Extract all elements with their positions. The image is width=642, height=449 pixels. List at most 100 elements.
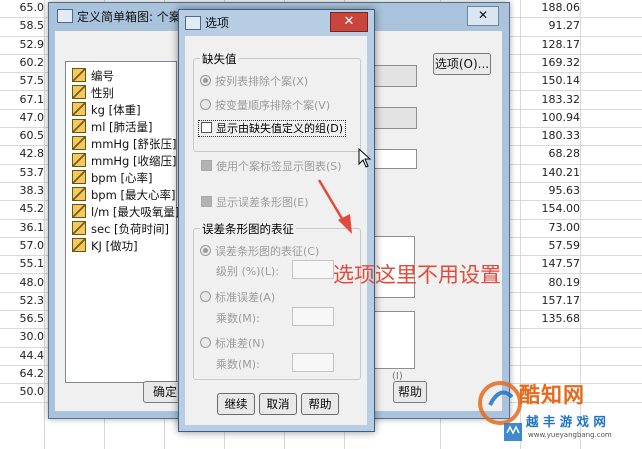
radio-confidence-interval[interactable]: 误差条形图的表征(C) (200, 243, 319, 259)
radio-label: 按列表排除个案(X) (215, 75, 309, 88)
radio-selected-icon (200, 75, 211, 86)
variable-label: bpm [心率] (91, 171, 153, 185)
table-cell[interactable]: 95.63 (528, 182, 581, 200)
ruler-scale-icon (72, 170, 86, 184)
checkbox-error-bars[interactable]: 显示误差条形图(E) (201, 194, 309, 210)
table-cell[interactable]: 80.19 (528, 274, 581, 292)
table-cell[interactable]: 140.21 (528, 164, 581, 182)
close-button[interactable]: ✕ (330, 12, 368, 32)
ruler-scale-icon (72, 187, 86, 201)
table-cell[interactable]: 57.5 (0, 72, 45, 90)
list-item[interactable]: mmHg [收缩压] (72, 153, 176, 170)
list-item[interactable]: KJ [做功] (72, 238, 138, 255)
list-item[interactable]: 性别 (72, 85, 114, 102)
table-cell[interactable]: 65.0 (0, 0, 45, 17)
help-button[interactable]: 帮助 (393, 381, 427, 403)
ruler-scale-icon (72, 68, 86, 82)
table-cell[interactable]: 53.7 (0, 164, 45, 182)
table-cell[interactable]: 188.06 (528, 0, 581, 17)
radio-standard-error[interactable]: 标准误差(A) (200, 289, 275, 305)
table-cell[interactable]: 58.5 (0, 17, 45, 35)
site-watermark: 酷知网 越 丰 游 戏 网 www.yueyangbang.com (476, 373, 636, 447)
table-cell[interactable]: 52.3 (0, 292, 45, 310)
list-item[interactable]: ml [肺活量] (72, 119, 153, 136)
table-cell[interactable]: 180.33 (528, 127, 581, 145)
table-cell[interactable]: 147.57 (528, 255, 581, 273)
checkbox-label: 显示误差条形图(E) (216, 196, 309, 209)
se-multiplier-field[interactable] (292, 307, 334, 326)
table-cell[interactable]: 183.32 (528, 91, 581, 109)
table-cell[interactable]: 60.5 (0, 127, 45, 145)
ruler-scale-icon (72, 204, 86, 218)
missing-values-group: 缺失值 按列表排除个案(X) 按变量顺序排除个案(V) 显示由缺失值定义的组(D… (193, 51, 361, 152)
list-item[interactable]: kg [体重] (72, 102, 141, 119)
radio-label: 标准差(N) (215, 337, 265, 350)
table-cell[interactable]: 169.32 (528, 54, 581, 72)
table-cell[interactable]: 100.94 (528, 109, 581, 127)
variable-label: sec [负荷时间] (91, 222, 170, 236)
help-button[interactable]: 帮助 (301, 393, 339, 415)
table-cell[interactable]: 73.00 (528, 219, 581, 237)
dialog-app-icon (185, 16, 201, 30)
level-label: 级别 (%)(L): (216, 265, 279, 278)
table-cell[interactable] (528, 347, 580, 365)
radio-selected-icon (200, 245, 211, 256)
level-field[interactable] (292, 260, 334, 279)
table-cell[interactable]: 57.59 (528, 237, 581, 255)
options-button[interactable]: 选项(O)... (433, 53, 491, 75)
table-cell[interactable]: 91.27 (528, 17, 581, 35)
checkbox-case-labels[interactable]: 使用个案标签显示图表(S) (201, 158, 342, 174)
table-cell[interactable]: 55.1 (0, 255, 45, 273)
radio-exclude-listwise[interactable]: 按列表排除个案(X) (200, 73, 308, 89)
close-button[interactable]: ✕ (467, 6, 499, 26)
list-item[interactable]: 编号 (72, 68, 114, 85)
table-cell[interactable]: 64.2 (0, 365, 45, 383)
table-cell[interactable]: 68.28 (528, 145, 581, 163)
cancel-button[interactable]: 取消 (259, 393, 297, 415)
checkbox-icon (201, 122, 212, 133)
list-item[interactable]: sec [负荷时间] (72, 221, 169, 238)
table-cell[interactable]: 38.3 (0, 182, 45, 200)
radio-label: 误差条形图的表征(C) (215, 245, 320, 258)
radio-standard-deviation[interactable]: 标准差(N) (200, 335, 265, 351)
table-cell[interactable]: 50.0 (0, 383, 45, 401)
list-item[interactable]: bpm [心率] (72, 170, 152, 187)
se-multiplier-label: 乘数(M): (216, 312, 260, 325)
ruler-scale-icon (72, 153, 86, 167)
table-cell[interactable]: 36.1 (0, 219, 45, 237)
list-item[interactable]: bpm [最大心率] (72, 187, 175, 204)
variable-label: l/m [最大吸氧量] (91, 205, 180, 219)
table-cell[interactable]: 154.00 (528, 200, 581, 218)
table-cell[interactable]: 47.0 (0, 109, 45, 127)
table-cell[interactable]: 128.17 (528, 36, 581, 54)
table-cell[interactable]: 60.2 (0, 54, 45, 72)
variable-label: mmHg [收缩压] (91, 154, 177, 168)
list-item[interactable]: l/m [最大吸氧量] (72, 204, 179, 221)
checkbox-label: 使用个案标签显示图表(S) (216, 160, 342, 173)
table-cell[interactable] (528, 328, 580, 346)
ruler-scale-icon (72, 119, 86, 133)
table-cell[interactable]: 30.0 (0, 328, 45, 346)
table-cell[interactable]: 57.0 (0, 237, 45, 255)
variable-label: 编号 (91, 69, 114, 83)
annotation-text: 选项这里不用设置 (333, 263, 501, 287)
table-cell[interactable]: 56.5 (0, 310, 45, 328)
radio-exclude-variable[interactable]: 按变量顺序排除个案(V) (200, 97, 330, 113)
dialog-title: 定义简单箱图: 个案 (77, 10, 181, 24)
table-cell[interactable]: 45.2 (0, 200, 45, 218)
variable-list[interactable]: 编号性别 kg [体重] ml [肺活量] mmHg [舒张压] mmHg [收缩压] b… (65, 61, 179, 383)
continue-button[interactable]: 继续 (217, 393, 255, 415)
table-cell[interactable]: 157.17 (528, 292, 581, 310)
table-cell[interactable]: 52.9 (0, 36, 45, 54)
radio-label: 标准误差(A) (215, 291, 276, 304)
checkbox-show-missing-groups[interactable]: 显示由缺失值定义的组(D) (198, 120, 347, 137)
table-cell[interactable]: 67.1 (0, 91, 45, 109)
table-cell[interactable]: 48.0 (0, 274, 45, 292)
ruler-scale-icon (72, 136, 86, 150)
list-item[interactable]: mmHg [舒张压] (72, 136, 176, 153)
table-cell[interactable]: 135.68 (528, 310, 581, 328)
table-cell[interactable]: 42.8 (0, 145, 45, 163)
table-cell[interactable]: 150.14 (528, 72, 581, 90)
table-cell[interactable]: 44.4 (0, 347, 45, 365)
sd-multiplier-field[interactable] (292, 353, 334, 372)
